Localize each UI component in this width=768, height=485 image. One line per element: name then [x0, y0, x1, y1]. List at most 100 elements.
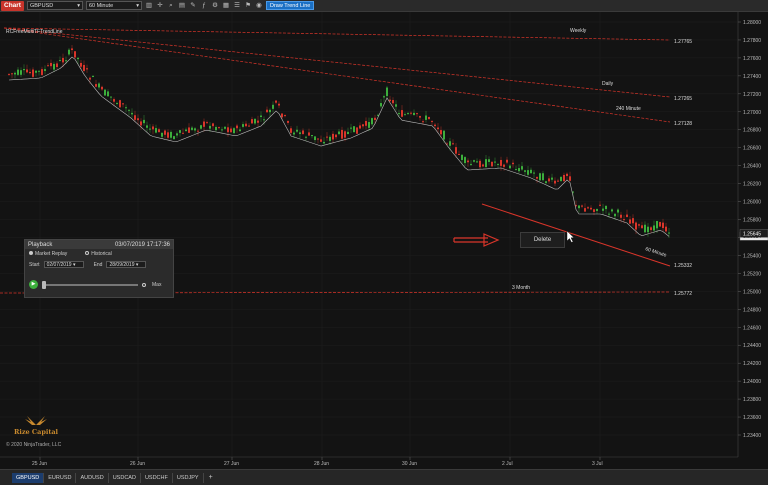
bar-type-icon[interactable]: ▥: [145, 2, 153, 10]
candle-body: [566, 173, 568, 177]
crosshair-icon[interactable]: ✛: [156, 2, 164, 10]
candle-body: [578, 205, 580, 209]
radio-icon[interactable]: [142, 282, 146, 287]
candle-body: [455, 147, 457, 154]
candle-body: [101, 86, 103, 90]
wings-logo-icon: [25, 416, 47, 425]
end-date-field[interactable]: 28/09/2019 ▾: [106, 261, 147, 268]
candle-body: [296, 129, 298, 132]
candle-body: [614, 213, 616, 217]
tab-eurusd[interactable]: EURUSD: [44, 472, 77, 483]
interval-selector[interactable]: 60 Minute ▾: [85, 1, 142, 10]
candle-body: [506, 159, 508, 163]
chart-title-badge[interactable]: Chart: [1, 0, 24, 11]
candle-body: [134, 115, 136, 120]
playback-speed-slider[interactable]: [42, 280, 138, 289]
strategies-icon[interactable]: ⚙: [211, 2, 219, 10]
draw-trend-line-button[interactable]: Draw Trend Line: [265, 1, 315, 10]
snapshot-icon[interactable]: ◉: [255, 2, 263, 10]
tab-usdcad[interactable]: USDCAD: [109, 472, 141, 483]
price-tick-label: 1.25200: [743, 271, 761, 277]
properties-icon[interactable]: ☰: [233, 2, 241, 10]
time-tick-label: 2 Jul: [502, 461, 513, 467]
candle-body: [200, 125, 202, 129]
candle-body: [14, 72, 16, 75]
candle-body: [416, 113, 418, 115]
trend-line-label: Weekly: [570, 28, 587, 34]
zoom-icon[interactable]: ⌕: [167, 2, 175, 10]
candle-body: [629, 219, 631, 224]
time-tick-label: 26 Jun: [130, 461, 145, 467]
attach-order-icon[interactable]: ⚑: [244, 2, 252, 10]
candle-body: [8, 73, 10, 75]
candle-body: [68, 49, 70, 55]
tab-audusd[interactable]: AUDUSD: [76, 472, 109, 483]
candle-body: [173, 136, 175, 140]
candle-body: [185, 129, 187, 132]
price-tick-label: 1.28000: [743, 20, 761, 26]
pencil-icon[interactable]: ✎: [189, 2, 197, 10]
candle-body: [314, 136, 316, 141]
candle-body: [353, 126, 355, 133]
candle-body: [611, 209, 613, 212]
candle-body: [74, 51, 76, 58]
candle-body: [62, 57, 64, 63]
candle-body: [401, 110, 403, 117]
candle-body: [98, 83, 100, 88]
candle-body: [59, 60, 61, 62]
candle-body: [47, 65, 49, 67]
price-tick-label: 1.27200: [743, 92, 761, 98]
candle-body: [179, 130, 181, 133]
candle-body: [170, 131, 172, 138]
price-tick-label: 1.23400: [743, 433, 761, 439]
candle-body: [290, 128, 292, 133]
trend-line-price: 1.25332: [674, 263, 692, 269]
candle-body: [26, 69, 28, 73]
candle-body: [374, 117, 376, 121]
slider-knob[interactable]: [42, 280, 46, 289]
candle-body: [206, 122, 208, 124]
candle-body: [137, 118, 139, 121]
start-label: Start: [29, 261, 40, 268]
candle-body: [254, 118, 256, 124]
trend-line: [3, 27, 671, 123]
tab-usdchf[interactable]: USDCHF: [141, 472, 173, 483]
time-tick-label: 30 Jun: [402, 461, 417, 467]
candle-body: [365, 120, 367, 126]
candle-body: [152, 126, 154, 130]
price-tick-label: 1.26400: [743, 164, 761, 170]
candle-body: [461, 154, 463, 160]
templates-icon[interactable]: ▦: [222, 2, 230, 10]
candle-body: [503, 164, 505, 167]
candle-body: [371, 118, 373, 125]
candle-body: [248, 125, 250, 127]
candle-body: [203, 121, 205, 127]
candle-body: [212, 123, 214, 127]
price-tick-label: 1.26800: [743, 128, 761, 134]
price-tick-label: 1.27000: [743, 110, 761, 116]
candle-body: [44, 69, 46, 71]
candle-body: [272, 104, 274, 109]
tab-usdjpy[interactable]: USDJPY: [173, 472, 204, 483]
radio-icon: [29, 251, 33, 255]
candle-body: [350, 127, 352, 129]
candle-body: [224, 126, 226, 129]
instrument-selector[interactable]: GBPUSD ▾: [26, 1, 83, 10]
candle-body: [647, 226, 649, 233]
market-replay-label: Market Replay: [35, 251, 68, 257]
candle-body: [269, 109, 271, 113]
candle-body: [641, 225, 643, 229]
data-box-icon[interactable]: ▤: [178, 2, 186, 10]
add-tab-button[interactable]: +: [204, 474, 218, 481]
historical-option[interactable]: Historical: [85, 251, 112, 257]
candle-body: [347, 131, 349, 135]
candle-body: [617, 209, 619, 213]
tab-gbpusd[interactable]: GBPUSD: [12, 472, 45, 483]
delete-menu-item[interactable]: Delete: [534, 237, 551, 243]
market-replay-option[interactable]: Market Replay: [29, 251, 67, 257]
play-button[interactable]: ▶: [29, 280, 38, 289]
start-date-field[interactable]: 02/07/2019 ▾: [43, 261, 84, 268]
indicators-icon[interactable]: ƒ: [200, 2, 208, 10]
candle-body: [32, 69, 34, 77]
candle-body: [218, 127, 220, 129]
